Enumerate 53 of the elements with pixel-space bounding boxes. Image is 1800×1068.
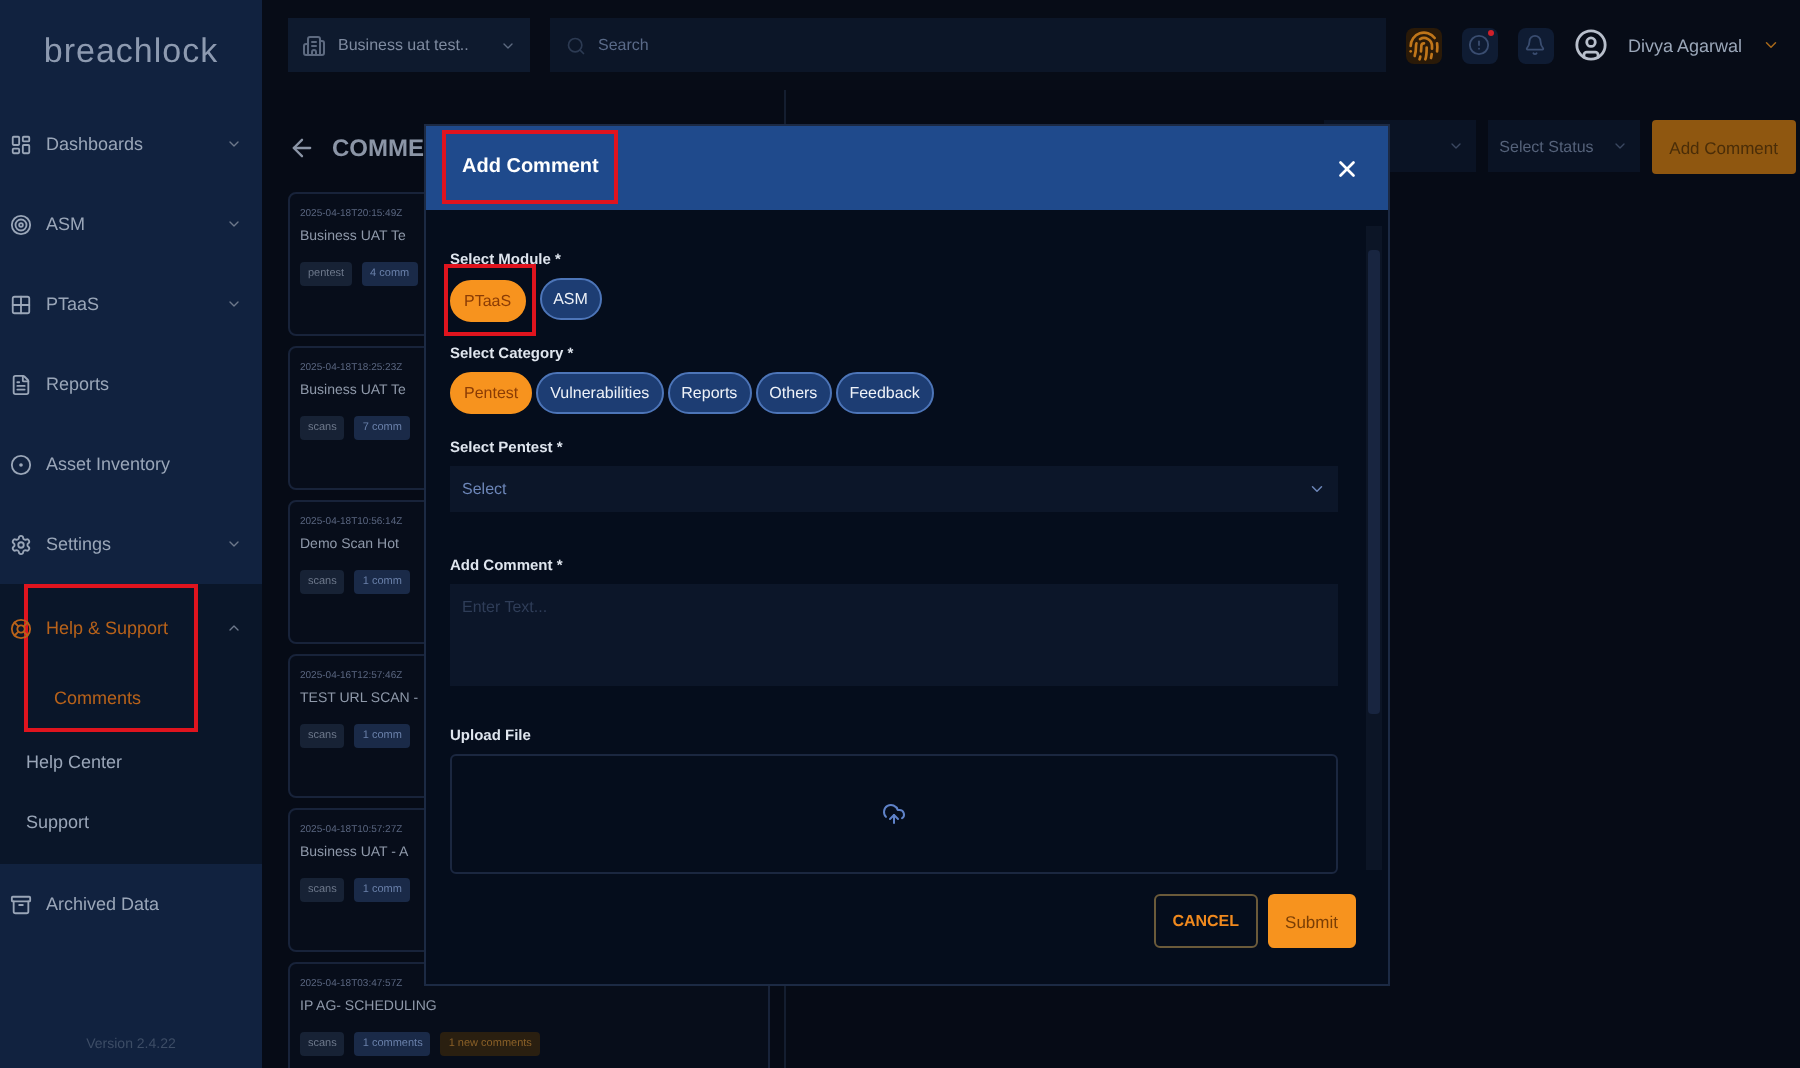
nav-item[interactable]: Asset Inventory (0, 424, 262, 504)
organization-selector[interactable]: Business uat test.. (288, 18, 530, 72)
search-icon (566, 35, 586, 55)
nav-item[interactable]: Help & Support (0, 588, 262, 668)
nav-subitem[interactable]: Help Center (0, 732, 262, 792)
alert-icon (1468, 34, 1491, 56)
nav-subitem[interactable]: Support (0, 792, 262, 852)
alert-button[interactable] (1461, 27, 1498, 63)
grid-icon (10, 293, 32, 315)
chevron-down-icon (1611, 138, 1628, 154)
page-title: COMME (332, 134, 424, 162)
option-chip[interactable]: Pentest (450, 372, 533, 414)
chevron-down-icon (1447, 138, 1464, 154)
avatar-icon[interactable] (1573, 28, 1608, 62)
option-chip[interactable]: Vulnerabilities (536, 372, 664, 414)
bell-icon (1524, 34, 1547, 56)
logo: breachlock (41, 30, 221, 74)
option-chip[interactable]: ASM (539, 278, 602, 320)
notification-button[interactable] (1517, 27, 1554, 63)
lifebuoy-icon (10, 617, 32, 639)
option-chip[interactable]: Others (755, 372, 832, 414)
scrollbar[interactable] (1366, 226, 1382, 870)
option-chip[interactable]: PTaaS (450, 279, 526, 321)
building-icon (302, 33, 326, 57)
nav-item[interactable]: ASM (0, 184, 262, 264)
option-chip[interactable]: Reports (667, 372, 752, 414)
upload-dropzone[interactable] (450, 754, 1338, 874)
pentest-select[interactable]: Select (450, 466, 1338, 512)
scrollbar-thumb[interactable] (1368, 250, 1380, 714)
nav-item[interactable]: Dashboards (0, 104, 262, 184)
nav-item[interactable]: Settings (0, 504, 262, 584)
chevron-down-icon[interactable] (1762, 36, 1780, 54)
dialog-title: Add Comment (442, 129, 619, 203)
back-arrow-icon[interactable] (288, 134, 316, 162)
circle-icon (10, 453, 32, 475)
archive-icon (10, 893, 32, 915)
option-chip[interactable]: Feedback (835, 372, 934, 414)
fingerprint-button[interactable] (1405, 27, 1442, 63)
submit-button[interactable]: Submit (1267, 894, 1356, 948)
nav-item[interactable]: PTaaS (0, 264, 262, 344)
nav-item[interactable]: Archived Data (0, 864, 262, 944)
notification-dot (1487, 29, 1494, 35)
upload-cloud-icon (882, 802, 906, 826)
settings-icon (10, 533, 32, 555)
target-icon (10, 213, 32, 235)
nav-item[interactable]: Reports (0, 344, 262, 424)
close-button[interactable] (1334, 155, 1360, 181)
search-field[interactable]: Search (550, 18, 1386, 72)
fingerprint-icon (1407, 29, 1440, 61)
nav-subitem[interactable]: Comments (28, 668, 194, 728)
cancel-button[interactable]: CANCEL (1154, 894, 1258, 948)
document-icon (10, 373, 32, 395)
user-name[interactable]: Divya Agarwal (1627, 35, 1742, 55)
